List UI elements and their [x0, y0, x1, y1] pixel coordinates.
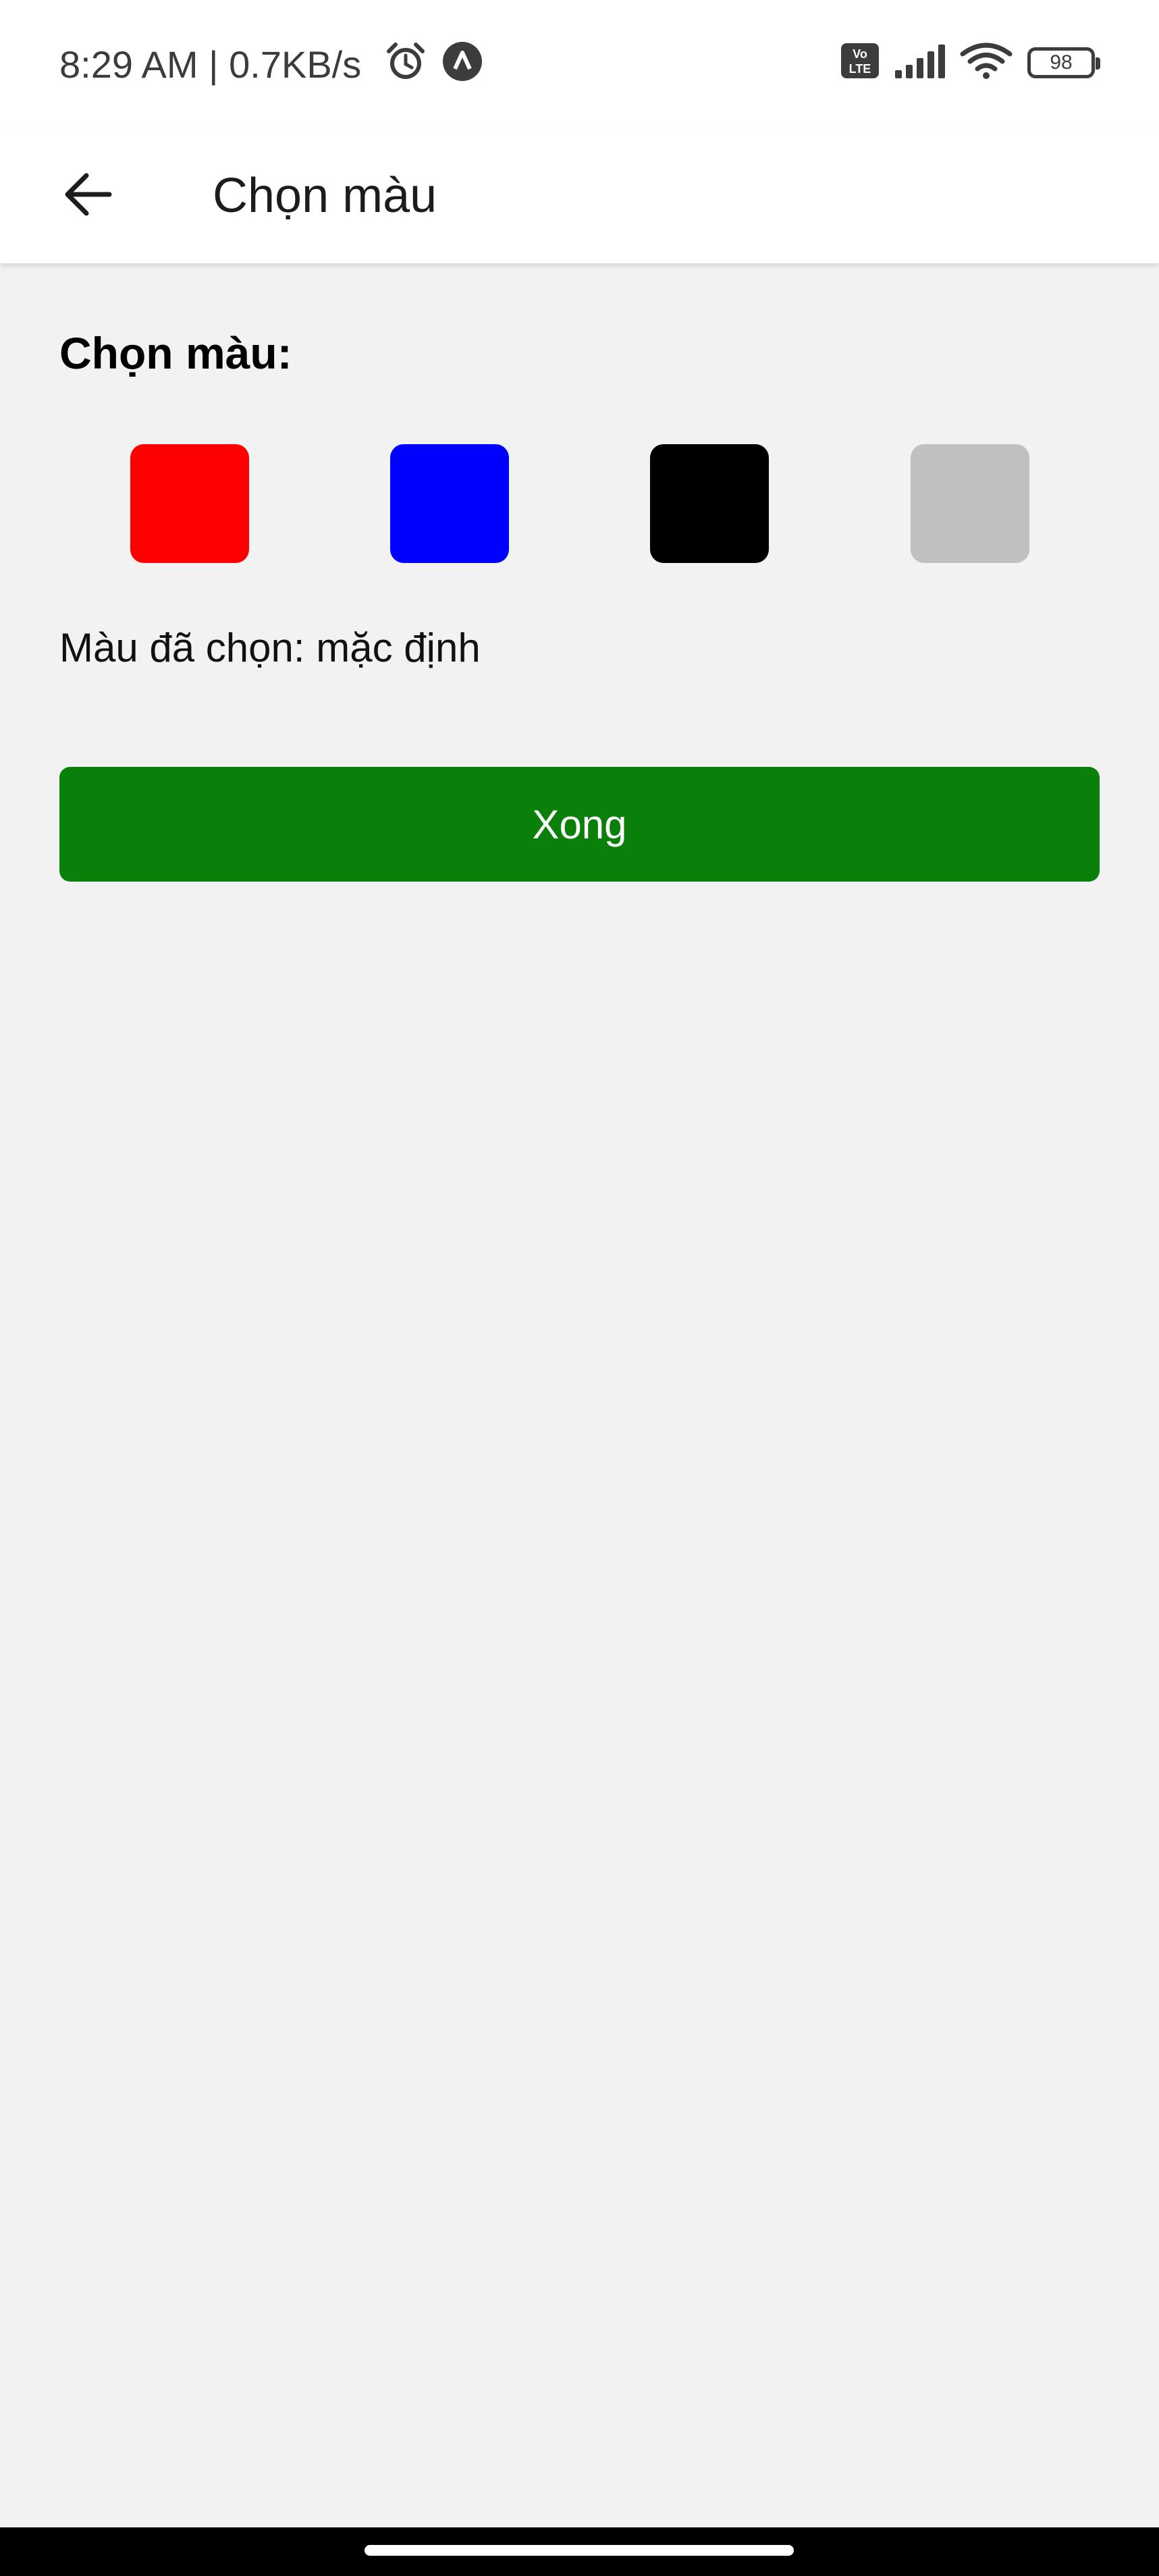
- battery-icon: 98: [1027, 47, 1100, 78]
- battery-level: 98: [1050, 51, 1073, 74]
- app-bar: Chọn màu: [0, 128, 1159, 263]
- cellular-signal-icon: [894, 43, 945, 82]
- swatch-blue[interactable]: [390, 444, 509, 563]
- swatch-gray[interactable]: [911, 444, 1029, 563]
- swatch-red[interactable]: [130, 444, 249, 563]
- page-title: Chọn màu: [213, 169, 437, 223]
- status-time: 8:29 AM | 0.7KB/s: [59, 43, 362, 86]
- home-indicator[interactable]: [365, 2545, 794, 2556]
- done-button[interactable]: Xong: [59, 767, 1100, 882]
- back-button[interactable]: [47, 155, 128, 236]
- status-right-icons: Vo LTE 98: [841, 42, 1100, 83]
- volte-icon: Vo LTE: [841, 43, 879, 82]
- navigation-bar: [0, 2527, 1159, 2576]
- color-swatch-row: [0, 444, 1159, 563]
- status-left-icons: [385, 41, 483, 86]
- swatch-black[interactable]: [650, 444, 769, 563]
- app-notification-icon: [441, 41, 483, 86]
- selected-color-text: Màu đã chọn: mặc định: [59, 625, 481, 670]
- section-label: Chọn màu:: [59, 328, 292, 378]
- svg-text:Vo: Vo: [853, 47, 867, 61]
- wifi-icon: [960, 42, 1013, 83]
- svg-text:LTE: LTE: [849, 62, 871, 76]
- arrow-left-icon: [61, 167, 115, 225]
- status-bar: 8:29 AM | 0.7KB/s Vo LTE 98: [0, 0, 1159, 128]
- alarm-icon: [385, 41, 427, 86]
